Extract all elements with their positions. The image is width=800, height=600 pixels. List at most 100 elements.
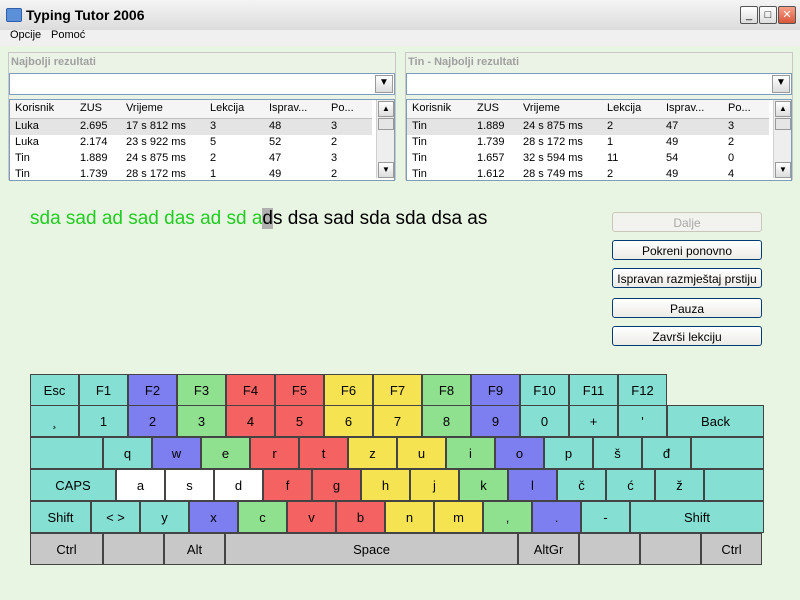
table-row[interactable]: Tin 1.889 24 s 875 ms 2 47 3 (407, 119, 769, 135)
column-header[interactable]: Korisnik (412, 102, 451, 114)
column-header[interactable]: Po... (331, 102, 354, 114)
key-blank[interactable] (579, 533, 640, 565)
key-4[interactable]: 4 (226, 405, 275, 437)
maximize-button[interactable]: □ (759, 6, 777, 24)
column-header[interactable]: Lekcija (607, 102, 641, 114)
key-h[interactable]: h (361, 469, 410, 501)
key-t[interactable]: t (299, 437, 348, 469)
key-shift[interactable]: Shift (630, 501, 764, 533)
key-x[interactable]: x (189, 501, 238, 533)
table-row[interactable]: Luka 2.695 17 s 812 ms 3 48 3 (10, 119, 372, 135)
table-row[interactable]: Luka 2.174 23 s 922 ms 5 52 2 (10, 135, 372, 151)
menu-opcije[interactable]: Opcije (10, 29, 41, 41)
key-v[interactable]: v (287, 501, 336, 533)
key-3[interactable]: 3 (177, 405, 226, 437)
scroll-thumb[interactable] (378, 118, 394, 130)
key-symbol[interactable]: . (532, 501, 581, 533)
key-symbol[interactable]: ' (618, 405, 667, 437)
key-q[interactable]: q (103, 437, 152, 469)
key-d[interactable]: d (214, 469, 263, 501)
key-c[interactable]: c (238, 501, 287, 533)
key-ž[interactable]: ž (655, 469, 704, 501)
key-7[interactable]: 7 (373, 405, 422, 437)
key-i[interactable]: i (446, 437, 495, 469)
key-blank[interactable] (691, 437, 764, 469)
key-f11[interactable]: F11 (569, 374, 618, 406)
key-w[interactable]: w (152, 437, 201, 469)
key-9[interactable]: 9 (471, 405, 520, 437)
key-2[interactable]: 2 (128, 405, 177, 437)
key-j[interactable]: j (410, 469, 459, 501)
key-ctrl[interactable]: Ctrl (701, 533, 762, 565)
key-symbol[interactable]: - (581, 501, 630, 533)
key-5[interactable]: 5 (275, 405, 324, 437)
column-header[interactable]: ZUS (80, 102, 102, 114)
key-z[interactable]: z (348, 437, 397, 469)
key-m[interactable]: m (434, 501, 483, 533)
key-f7[interactable]: F7 (373, 374, 422, 406)
chevron-down-icon[interactable]: ▼ (375, 75, 393, 93)
key-caps[interactable]: CAPS (30, 469, 116, 501)
key-g[interactable]: g (312, 469, 361, 501)
key-k[interactable]: k (459, 469, 508, 501)
key-l[interactable]: l (508, 469, 557, 501)
key-f10[interactable]: F10 (520, 374, 569, 406)
column-header[interactable]: Korisnik (15, 102, 54, 114)
key-f12[interactable]: F12 (618, 374, 667, 406)
next-button[interactable]: Dalje (612, 212, 762, 232)
key-alt[interactable]: Alt (164, 533, 225, 565)
finish-lesson-button[interactable]: Završi lekciju (612, 326, 762, 346)
close-button[interactable]: ✕ (778, 6, 796, 24)
key-esc[interactable]: Esc (30, 374, 79, 406)
table-row[interactable]: Tin 1.739 28 s 172 ms 1 49 2 (10, 167, 372, 180)
key-r[interactable]: r (250, 437, 299, 469)
scroll-down-icon[interactable]: ▼ (378, 162, 394, 178)
key-ć[interactable]: ć (606, 469, 655, 501)
key-p[interactable]: p (544, 437, 593, 469)
key-shift[interactable]: Shift (30, 501, 91, 533)
key-ctrl[interactable]: Ctrl (30, 533, 103, 565)
column-header[interactable]: Isprav... (666, 102, 704, 114)
key-u[interactable]: u (397, 437, 446, 469)
table-row[interactable]: Tin 1.889 24 s 875 ms 2 47 3 (10, 151, 372, 167)
key-č[interactable]: č (557, 469, 606, 501)
column-header[interactable]: Vrijeme (523, 102, 560, 114)
menu-pomoc[interactable]: Pomoć (51, 29, 85, 41)
key-b[interactable]: b (336, 501, 385, 533)
key-o[interactable]: o (495, 437, 544, 469)
scroll-down-icon[interactable]: ▼ (775, 162, 791, 178)
table-row[interactable]: Tin 1.657 32 s 594 ms 11 54 0 (407, 151, 769, 167)
user-select[interactable]: ▼ (406, 73, 792, 95)
restart-button[interactable]: Pokreni ponovno (612, 240, 762, 260)
vertical-scrollbar[interactable]: ▲ ▼ (376, 100, 394, 178)
column-header[interactable]: ZUS (477, 102, 499, 114)
key-symbol[interactable]: < > (91, 501, 140, 533)
key-altgr[interactable]: AltGr (518, 533, 579, 565)
key-1[interactable]: 1 (79, 405, 128, 437)
scroll-up-icon[interactable]: ▲ (775, 101, 791, 117)
key-e[interactable]: e (201, 437, 250, 469)
key-f9[interactable]: F9 (471, 374, 520, 406)
key-symbol[interactable]: + (569, 405, 618, 437)
key-s[interactable]: s (165, 469, 214, 501)
pause-button[interactable]: Pauza (612, 298, 762, 318)
key-symbol[interactable]: , (483, 501, 532, 533)
key-space[interactable]: Space (225, 533, 518, 565)
scroll-up-icon[interactable]: ▲ (378, 101, 394, 117)
key-f8[interactable]: F8 (422, 374, 471, 406)
key-8[interactable]: 8 (422, 405, 471, 437)
key-f4[interactable]: F4 (226, 374, 275, 406)
key-f1[interactable]: F1 (79, 374, 128, 406)
key-blank[interactable] (30, 437, 103, 469)
chevron-down-icon[interactable]: ▼ (772, 75, 790, 93)
key-blank[interactable] (640, 533, 701, 565)
key-symbol[interactable]: ¸ (30, 405, 79, 437)
table-row[interactable]: Tin 1.739 28 s 172 ms 1 49 2 (407, 135, 769, 151)
column-header[interactable]: Isprav... (269, 102, 307, 114)
scroll-thumb[interactable] (775, 118, 791, 130)
key-back[interactable]: Back (667, 405, 764, 437)
key-a[interactable]: a (116, 469, 165, 501)
key-f6[interactable]: F6 (324, 374, 373, 406)
key-f[interactable]: f (263, 469, 312, 501)
column-header[interactable]: Po... (728, 102, 751, 114)
